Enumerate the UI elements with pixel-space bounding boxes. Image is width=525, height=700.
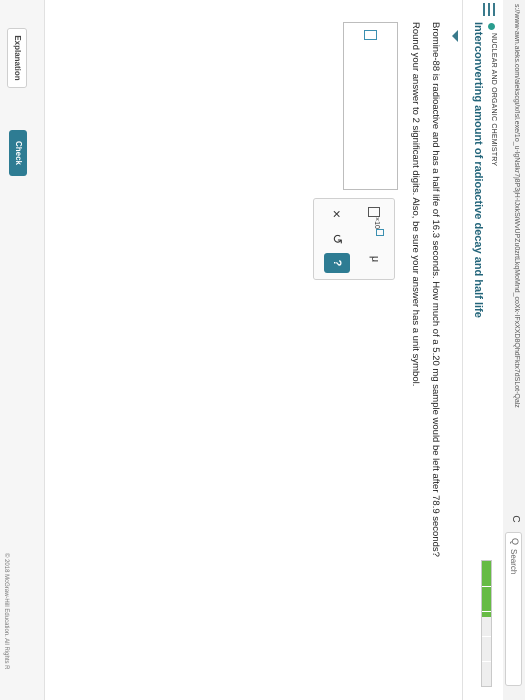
answer-cursor-slot[interactable] (364, 30, 377, 40)
answer-input[interactable] (343, 22, 398, 190)
browser-search-field[interactable]: Q Search (505, 532, 522, 686)
browser-address-bar: s://www-awn.aleks.com/alekscgi/x/Isl.exe… (502, 0, 525, 700)
subject-label: NUCLEAR AND ORGANIC CHEMISTRY (490, 33, 497, 167)
question-text: Bromine-88 is radioactive and has a half… (430, 22, 441, 557)
footer-bar: Explanation Check © 2018 McGraw-Hill Edu… (0, 0, 45, 700)
check-button[interactable]: Check (9, 130, 27, 176)
reload-icon[interactable]: C (509, 513, 521, 525)
url-text[interactable]: s://www-awn.aleks.com/alekscgi/x/Isl.exe… (513, 4, 520, 509)
topic-status-dot (488, 23, 495, 30)
micro-prefix-button[interactable]: μ (360, 243, 390, 275)
math-keypad: ×10 μ × ↺ ? (313, 198, 395, 280)
copyright-text: © 2018 McGraw-Hill Education. All Rights… (3, 553, 9, 670)
help-button[interactable]: ? (324, 253, 350, 273)
progress-bar (481, 560, 492, 687)
topic-title: Interconverting amount of radioactive de… (472, 22, 484, 318)
exponent-box-icon (376, 229, 384, 236)
collapse-chevron-icon[interactable] (452, 30, 458, 42)
undo-button[interactable]: ↺ (322, 228, 352, 250)
progress-fill (482, 561, 491, 618)
explanation-button[interactable]: Explanation (7, 28, 27, 88)
search-placeholder: Search (509, 549, 518, 575)
search-icon: Q (510, 538, 520, 546)
times-ten-label: ×10 (373, 217, 380, 229)
clear-button[interactable]: × (322, 203, 352, 225)
rotated-screen: s://www-awn.aleks.com/alekscgi/x/Isl.exe… (0, 0, 525, 700)
mantissa-box-icon (368, 207, 380, 217)
scientific-notation-button[interactable]: ×10 (360, 203, 390, 239)
topic-header: NUCLEAR AND ORGANIC CHEMISTRY Interconve… (462, 0, 503, 700)
question-instructions: Round your answer to 2 significant digit… (410, 22, 421, 387)
hamburger-menu-icon[interactable] (481, 3, 495, 16)
